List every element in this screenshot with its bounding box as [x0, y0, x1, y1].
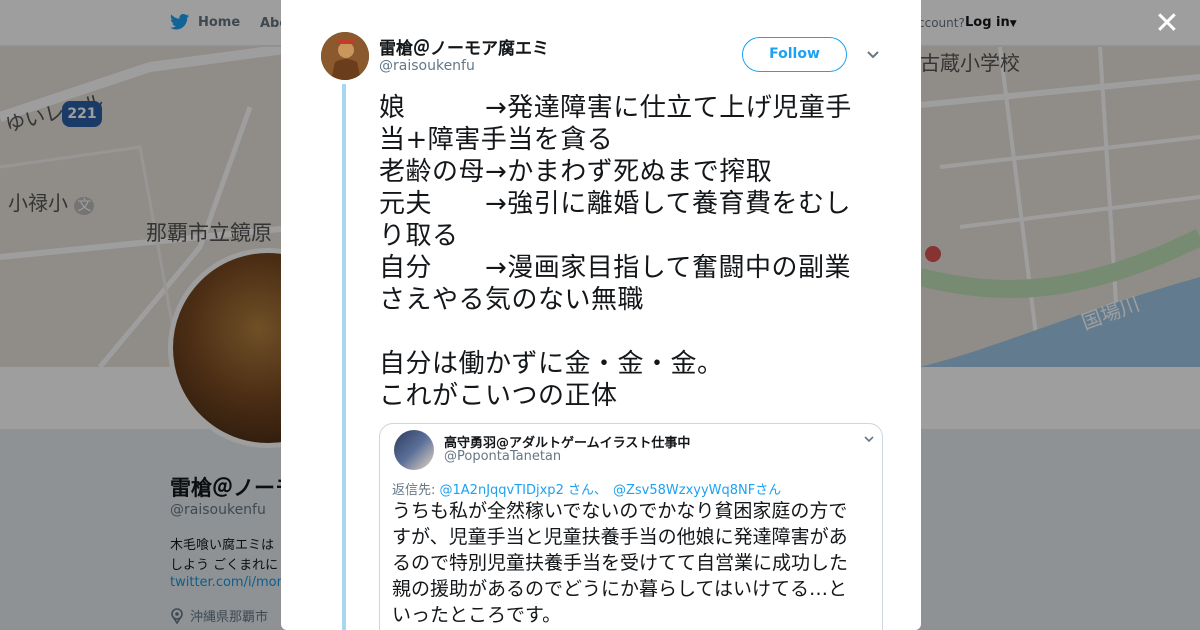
- avatar-portrait: [321, 32, 369, 80]
- chevron-down-icon[interactable]: [863, 44, 883, 64]
- quoted-author-handle[interactable]: @PopontaTanetan: [444, 449, 561, 464]
- quoted-line: すが、児童手当と児童扶養手当の他娘に発達障害があ: [392, 526, 848, 548]
- tweet-modal: 雷槍＠ノーモア腐エミ @raisoukenfu Follow 娘 →発達障害に仕…: [281, 0, 921, 630]
- author-avatar[interactable]: [321, 32, 369, 80]
- quoted-line: るので特別児童扶養手当を受けてて自営業に成功した: [392, 552, 849, 574]
- author-handle[interactable]: @raisoukenfu: [379, 58, 475, 74]
- tweet-line: これがこいつの正体: [379, 381, 618, 411]
- mention-link-1[interactable]: @1A2nJqqvTIDjxp2: [440, 483, 564, 498]
- quoted-tweet-card[interactable]: 高守勇羽@アダルトゲームイラスト仕事中 @PopontaTanetan 返信先:…: [379, 423, 883, 630]
- mention-suffix-1: さん、: [563, 483, 607, 498]
- tweet-line: り取る: [379, 221, 459, 251]
- quoted-chevron-down-icon[interactable]: [862, 432, 876, 446]
- thread-connector-line: [342, 84, 346, 630]
- tweet-text: 娘 →発達障害に仕立て上げ児童手 当+障害手当を貪る 老齢の母→かまわず死ぬまで…: [379, 92, 879, 412]
- mention-link-2[interactable]: @Zsv58WzxyyWq8NF: [613, 483, 755, 498]
- tweet-line: 元夫 →強引に離婚して養育費をむし: [379, 189, 852, 219]
- tweet-line: 当+障害手当を貪る: [379, 125, 614, 155]
- close-icon[interactable]: ✕: [1154, 9, 1180, 39]
- quoted-author-avatar[interactable]: [394, 430, 434, 470]
- author-name[interactable]: 雷槍＠ノーモア腐エミ: [379, 34, 549, 59]
- quoted-line: いったところです。: [392, 604, 562, 626]
- tweet-line: 自分 →漫画家目指して奮闘中の副業: [379, 253, 852, 283]
- follow-button[interactable]: Follow: [742, 37, 847, 72]
- tweet-line: 老齢の母→かまわず死ぬまで搾取: [379, 157, 773, 187]
- quoted-tweet-text: うちも私が全然稼いでないのでかなり貧困家庭の方で すが、児童手当と児童扶養手当の…: [392, 498, 872, 628]
- mention-suffix-2: さん: [755, 483, 782, 498]
- tweet-line: さえやる気のない無職: [379, 285, 645, 315]
- quoted-line: うちも私が全然稼いでないのでかなり貧困家庭の方で: [392, 500, 848, 522]
- reply-prefix: 返信先:: [392, 483, 440, 498]
- quoted-line: 親の援助があるのでどうにか暮らしてはいけてる…と: [392, 578, 848, 600]
- tweet-line: 娘 →発達障害に仕立て上げ児童手: [379, 93, 852, 123]
- reply-to-line: 返信先: @1A2nJqqvTIDjxp2 さん、 @Zsv58WzxyyWq8N…: [392, 479, 781, 498]
- tweet-line: 自分は働かずに金・金・金。: [379, 349, 724, 379]
